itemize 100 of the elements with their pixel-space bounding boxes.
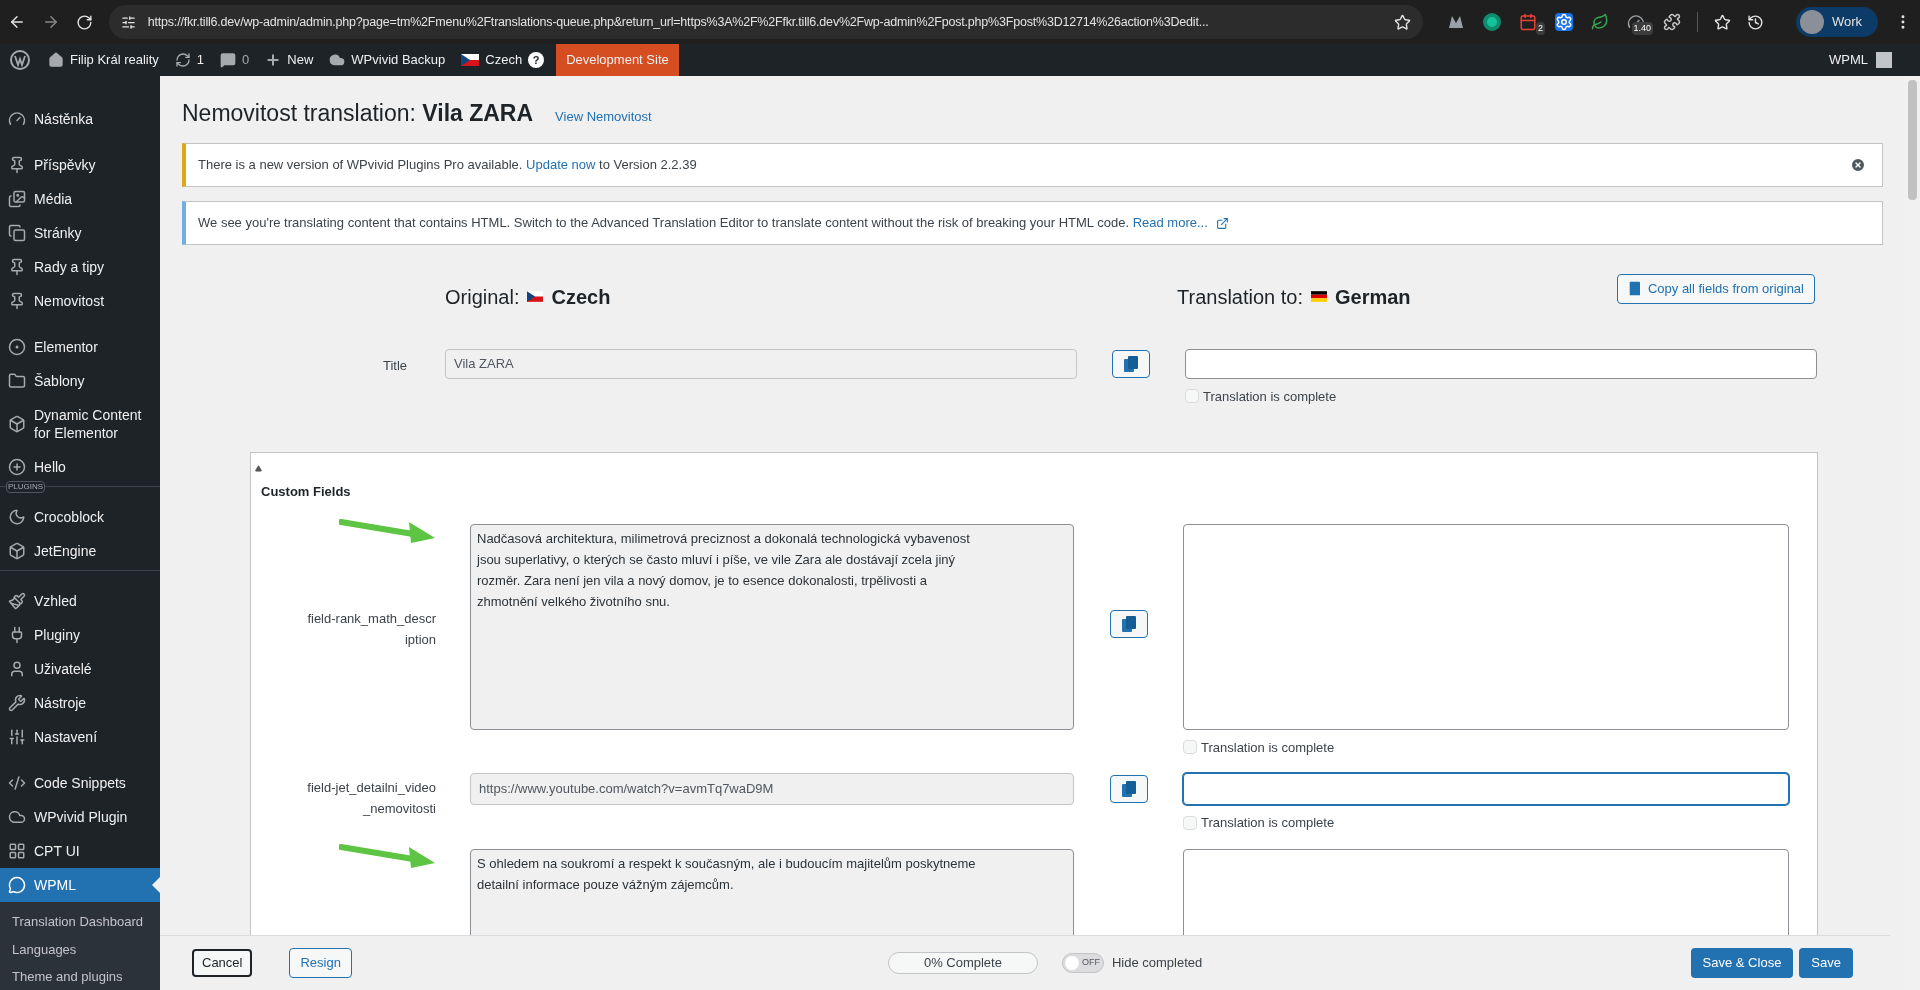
sidebar-item[interactable]: Nástěnka bbox=[0, 102, 160, 136]
notice-text: We see you're translating content that contains HTML. Switch to the Advanced Translation Editor to translate content without the risk of breaking your HTML code. Read more... bbox=[198, 212, 1229, 233]
collapse-icon[interactable] bbox=[255, 465, 262, 472]
reload-icon[interactable] bbox=[75, 13, 93, 31]
original-textarea: S ohledem na soukromí a respekt k současným, ale i budoucím majitelům poskytneme detailní informace pouze vážným zájemcům. bbox=[470, 848, 1074, 935]
wrench-icon bbox=[8, 694, 26, 712]
profile-button[interactable]: Work bbox=[1795, 7, 1879, 37]
pages-icon bbox=[8, 224, 26, 242]
box-icon bbox=[8, 542, 26, 560]
sidebar-item[interactable]: Nastavení bbox=[0, 720, 160, 754]
sidebar-item[interactable]: Šablony bbox=[0, 364, 160, 398]
notice-link[interactable]: Read more... bbox=[1132, 214, 1208, 230]
user-icon bbox=[8, 660, 26, 678]
save-button[interactable]: Save bbox=[1799, 948, 1853, 978]
sidebar-item[interactable]: Hello bbox=[0, 450, 160, 484]
refresh-icon bbox=[174, 52, 191, 68]
sidebar-item[interactable]: Crocoblock bbox=[0, 500, 160, 534]
sidebar-item[interactable]: Code Snippets bbox=[0, 766, 160, 800]
gear-icon[interactable] bbox=[1555, 13, 1574, 31]
folder-icon bbox=[8, 372, 26, 390]
site-info-icon[interactable] bbox=[120, 14, 136, 30]
copy-icon bbox=[1124, 355, 1138, 372]
original-heading: Original: Czech bbox=[445, 284, 612, 310]
extension-badge: 1.40 bbox=[1631, 21, 1654, 35]
toggle-label: Hide completed bbox=[1111, 954, 1203, 973]
checkbox[interactable] bbox=[1185, 389, 1199, 404]
pin-icon bbox=[8, 258, 26, 276]
comment-icon bbox=[220, 52, 237, 68]
translation-field[interactable] bbox=[1185, 348, 1817, 379]
field-label: Title bbox=[381, 356, 408, 375]
cancel-button[interactable]: Cancel bbox=[192, 949, 253, 977]
sidebar-item[interactable]: Rady a tipy bbox=[0, 250, 160, 284]
sidebar-item[interactable]: WPvivid Plugin bbox=[0, 800, 160, 834]
sidebar-item[interactable]: Média bbox=[0, 182, 160, 216]
history-icon[interactable] bbox=[1747, 13, 1764, 31]
sidebar-item[interactable]: Stránky bbox=[0, 216, 160, 250]
original-field: https://www.youtube.com/watch?v=avmTq7waD9M bbox=[470, 773, 1074, 805]
section-title: Custom Fields bbox=[261, 483, 352, 501]
address-bar[interactable]: https://fkr.till6.dev/wp-admin/admin.php?page=tm%2Fmenu%2Ftranslations-queue.php&return_url=https%3A%2F%2Ffkr.till6.dev%2Fwp-admin%2Fpost.php%3Fpost%3D12714%26action%3Dedit... bbox=[108, 5, 1424, 39]
field-label: field-rank_math_description bbox=[306, 609, 436, 649]
logo-icon[interactable] bbox=[10, 50, 30, 70]
sidebar-item[interactable]: Elementor bbox=[0, 330, 160, 364]
sidebar-item[interactable]: JetEngine bbox=[0, 534, 160, 568]
bookmarks-icon[interactable] bbox=[1714, 13, 1732, 31]
sidebar-item[interactable]: Nástroje bbox=[0, 686, 160, 720]
copy-all-button[interactable]: Copy all fields from original bbox=[1616, 273, 1815, 304]
submenu-item[interactable]: Languages bbox=[0, 935, 160, 963]
leaf-icon[interactable] bbox=[1591, 13, 1610, 31]
environment-label[interactable]: Development Site bbox=[556, 44, 679, 76]
admin-bar-item[interactable]: 0 bbox=[212, 44, 258, 76]
url-text: https://fkr.till6.dev/wp-admin/admin.php?page=tm%2Fmenu%2Ftranslations-queue.php&return_url=https%3A%2F%2Ffkr.till6.dev%2Fwp-admin%2Fpost.php%3Fpost%3D12714%26action%3Dedit... bbox=[147, 13, 1210, 31]
brush-icon bbox=[8, 592, 26, 610]
admin-bar-item[interactable]: WPvivid Backup bbox=[321, 44, 454, 76]
sidebar-item[interactable]: Pluginy bbox=[0, 618, 160, 652]
sidebar-item[interactable]: Nemovitost bbox=[0, 284, 160, 318]
copy-button[interactable] bbox=[1112, 349, 1150, 378]
sidebar-item[interactable]: Dynamic Content for Elementor bbox=[0, 398, 160, 450]
extension-icon[interactable] bbox=[1483, 13, 1502, 31]
translation-field[interactable] bbox=[1183, 773, 1789, 805]
admin-bar-item[interactable]: New bbox=[257, 44, 322, 76]
checkbox[interactable] bbox=[1183, 815, 1197, 830]
close-icon[interactable] bbox=[1850, 156, 1866, 173]
sidebar-item[interactable]: Vzhled bbox=[0, 584, 160, 618]
original-field: Vila ZARA bbox=[445, 348, 1077, 379]
home-icon bbox=[48, 52, 64, 68]
avatar-icon bbox=[1876, 52, 1892, 68]
copy-icon bbox=[1121, 781, 1136, 797]
copy-button[interactable] bbox=[1109, 609, 1148, 638]
submenu-item[interactable]: Theme and plugins bbox=[0, 963, 160, 990]
cloud-icon bbox=[329, 52, 346, 68]
toggle-knob-icon bbox=[1064, 956, 1079, 970]
view-link[interactable]: View Nemovitost bbox=[555, 107, 652, 127]
back-icon[interactable] bbox=[8, 13, 26, 31]
checkbox[interactable] bbox=[1183, 740, 1197, 755]
checkbox-label: Translation is complete bbox=[1201, 738, 1335, 757]
calendar-icon[interactable] bbox=[1519, 13, 1538, 31]
copy-button[interactable] bbox=[1109, 775, 1148, 803]
admin-bar-item[interactable]: Czech ? bbox=[453, 44, 553, 76]
notice-link[interactable]: Update now bbox=[526, 156, 596, 172]
cloud-icon bbox=[8, 808, 26, 826]
bookmark-icon[interactable] bbox=[1394, 13, 1412, 31]
sidebar-item[interactable]: CPT UI bbox=[0, 834, 160, 868]
progress-label: 0% Complete bbox=[922, 954, 1003, 973]
resign-button[interactable]: Resign bbox=[289, 948, 352, 978]
toggle-switch[interactable]: OFF bbox=[1061, 953, 1104, 973]
sidebar-item[interactable]: WPML bbox=[0, 868, 160, 902]
original-textarea: Nadčasová architektura, milimetrová preciznost a dokonalá technologická vybavenost jsou superlativy, o kterých se často mluví i píše, ve vile Zara ale dostávají zcela jiný rozměr. Zara není jen vila a nový domov, je to esence dokonalosti, trpělivosti a zhmotnění velkého životního snu. bbox=[470, 523, 1074, 730]
admin-bar-item[interactable]: Filip Král reality bbox=[40, 44, 167, 76]
code-icon bbox=[8, 774, 26, 792]
submenu-item[interactable]: Translation Dashboard bbox=[0, 908, 160, 936]
section-label: PLUGINS bbox=[6, 481, 46, 493]
sliders-icon bbox=[8, 728, 26, 746]
sidebar-item[interactable]: Uživatelé bbox=[0, 652, 160, 686]
user-menu[interactable]: WPML bbox=[1829, 50, 1892, 70]
images-icon bbox=[8, 190, 26, 208]
admin-bar-item[interactable]: 1 bbox=[166, 44, 213, 76]
sidebar-item[interactable]: Příspěvky bbox=[0, 148, 160, 182]
current-indicator-icon bbox=[152, 877, 160, 893]
puzzle-icon[interactable] bbox=[1663, 13, 1682, 31]
save-and-close-button[interactable]: Save & Close bbox=[1690, 948, 1794, 978]
